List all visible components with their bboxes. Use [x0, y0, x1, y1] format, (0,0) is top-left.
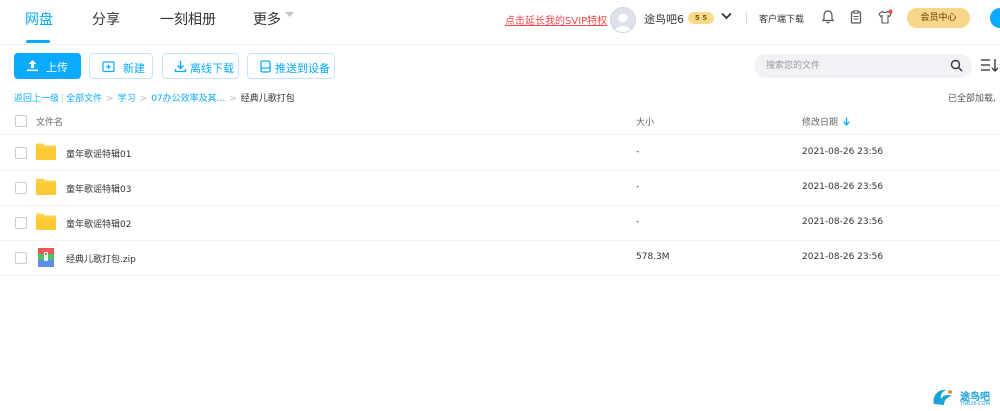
search-box [754, 54, 972, 78]
load-status: 已全部加载, [948, 94, 996, 104]
column-modified-header[interactable]: 修改日期 [802, 115, 838, 128]
client-download-link[interactable]: 客户端下载 [759, 12, 804, 25]
folder-icon [36, 143, 56, 160]
folder-icon [36, 213, 56, 230]
row-checkbox[interactable] [15, 252, 27, 264]
breadcrumb-back[interactable]: 返回上一级 [14, 94, 59, 104]
avatar[interactable] [610, 7, 636, 33]
column-name-header[interactable]: 文件名 [36, 115, 63, 128]
breadcrumb-office[interactable]: 07办公效率及其... [151, 94, 225, 104]
breadcrumb-divider: | [61, 94, 65, 104]
level-badge: 5 5 [688, 12, 714, 24]
file-date: 2021-08-26 23:56 [802, 147, 884, 157]
tab-netdisk[interactable]: 网盘 [25, 9, 53, 29]
table-row[interactable]: 童年歌谣特辑03 - 2021-08-26 23:56 [0, 170, 1000, 206]
file-size: 578.3M [636, 252, 670, 262]
new-label: 新建 [123, 62, 145, 75]
file-name[interactable]: 童年歌谣特辑02 [66, 217, 131, 230]
device-icon [260, 60, 271, 73]
list-view-icon[interactable] [980, 57, 1000, 73]
search-icon[interactable] [950, 59, 963, 72]
file-size: - [636, 182, 640, 192]
watermark: 途鸟吧 TNB26.COM [930, 386, 1000, 411]
upload-button[interactable]: 上传 [14, 53, 81, 79]
breadcrumb: 返回上一级 | 全部文件 > 学习 >07办公效率及其... > 经典儿歌打包 [14, 91, 295, 104]
top-navigation: 网盘 分享 一刻相册 更多 点击延长我的SVIP特权 途鸟吧6 5 5 客户端下… [0, 0, 1000, 45]
svip-promo-link[interactable]: 点击延长我的SVIP特权 [505, 12, 607, 27]
file-date: 2021-08-26 23:56 [802, 252, 884, 262]
upload-label: 上传 [46, 61, 68, 74]
tab-share[interactable]: 分享 [92, 9, 120, 29]
new-folder-icon [102, 61, 115, 73]
breadcrumb-study[interactable]: 学习 [118, 94, 136, 104]
shirt-icon[interactable] [877, 9, 893, 25]
offline-download-label: 离线下载 [190, 62, 234, 75]
download-icon [174, 61, 187, 73]
watermark-subtext: TNB26.COM [960, 401, 990, 407]
zip-file-icon [38, 248, 54, 267]
row-checkbox[interactable] [15, 147, 27, 159]
folder-icon [36, 178, 56, 195]
push-device-label: 推送到设备 [275, 62, 330, 75]
file-date: 2021-08-26 23:56 [802, 217, 884, 227]
breadcrumb-all-files[interactable]: 全部文件 [66, 94, 102, 104]
push-device-button[interactable]: 推送到设备 [247, 53, 335, 79]
table-row[interactable]: 童年歌谣特辑01 - 2021-08-26 23:56 [0, 135, 1000, 171]
search-input[interactable] [766, 59, 936, 73]
active-tab-indicator [26, 40, 50, 43]
new-button[interactable]: 新建 [89, 53, 153, 79]
clipboard-icon[interactable] [848, 9, 864, 25]
breadcrumb-separator: > [106, 94, 114, 104]
file-name[interactable]: 童年歌谣特辑03 [66, 182, 131, 195]
offline-download-button[interactable]: 离线下载 [162, 53, 239, 79]
file-size: - [636, 147, 640, 157]
chevron-down-icon[interactable] [721, 12, 732, 20]
tab-album[interactable]: 一刻相册 [160, 9, 216, 29]
tab-more[interactable]: 更多 [253, 9, 281, 29]
chevron-down-icon[interactable] [285, 12, 294, 18]
divider [746, 12, 747, 24]
table-header: 文件名 大小 修改日期 [0, 108, 1000, 135]
sort-descending-icon[interactable] [843, 117, 850, 126]
bell-icon[interactable] [820, 9, 836, 25]
breadcrumb-separator: > [139, 94, 148, 104]
table-row[interactable]: 经典儿歌打包.zip 578.3M 2021-08-26 23:56 [0, 240, 1000, 276]
column-size-header[interactable]: 大小 [636, 115, 654, 128]
breadcrumb-separator: > [229, 94, 237, 104]
username[interactable]: 途鸟吧6 [644, 11, 684, 27]
row-checkbox[interactable] [15, 217, 27, 229]
upload-icon [27, 60, 38, 72]
table-row[interactable]: 童年歌谣特辑02 - 2021-08-26 23:56 [0, 205, 1000, 241]
user-silhouette-icon [614, 13, 632, 32]
member-center-button[interactable]: 会员中心 [907, 8, 970, 28]
file-date: 2021-08-26 23:56 [802, 182, 884, 192]
select-all-checkbox[interactable] [15, 115, 27, 127]
row-checkbox[interactable] [15, 182, 27, 194]
edge-button[interactable] [990, 8, 1000, 28]
tuniaoba-logo-icon [933, 389, 952, 405]
file-name[interactable]: 经典儿歌打包.zip [66, 252, 136, 265]
file-name[interactable]: 童年歌谣特辑01 [66, 147, 131, 160]
breadcrumb-current: 经典儿歌打包 [240, 94, 295, 104]
file-size: - [636, 217, 640, 227]
